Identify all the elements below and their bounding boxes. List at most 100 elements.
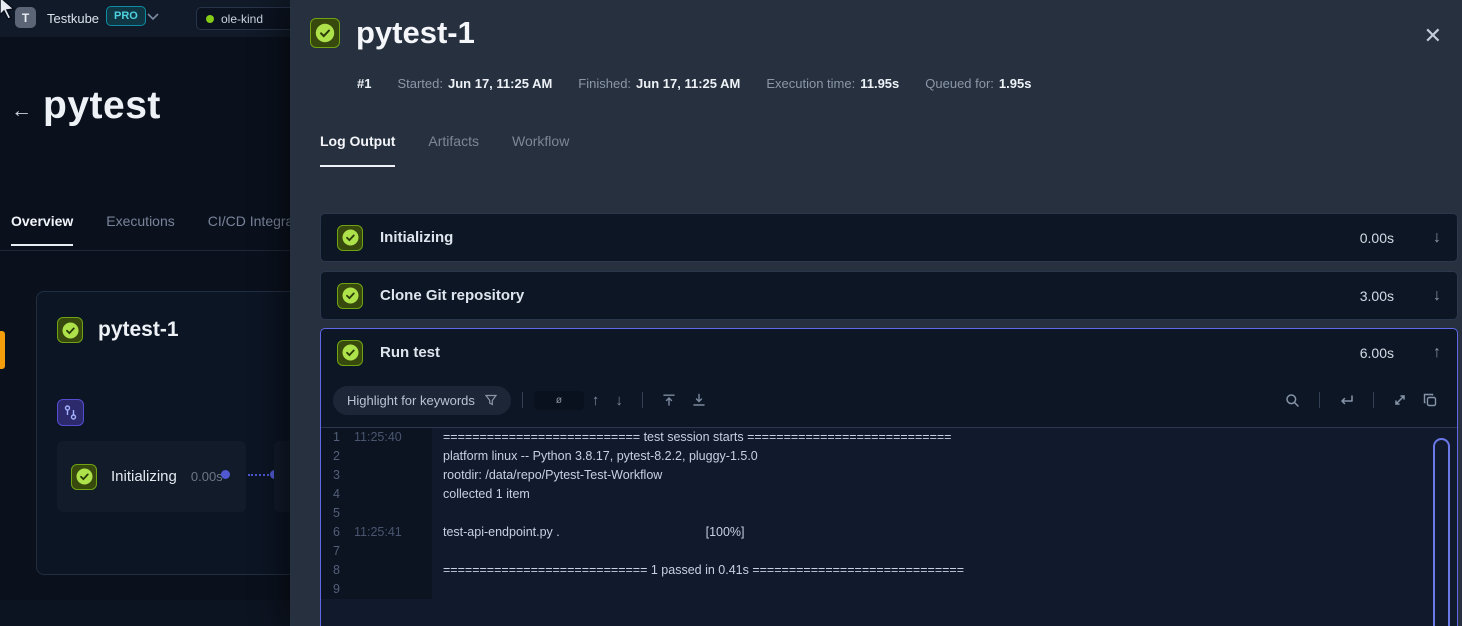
workflow-node-initializing[interactable]: Initializing 0.00s bbox=[57, 441, 246, 512]
step-duration: 3.00s bbox=[1360, 288, 1394, 304]
status-passed-icon bbox=[337, 340, 363, 366]
step-section-initializing[interactable]: Initializing 0.00s ↓ bbox=[320, 213, 1458, 262]
line-number: 4 bbox=[321, 485, 354, 504]
next-match-button[interactable]: ↓ bbox=[607, 392, 631, 409]
step-duration: 0.00s bbox=[1360, 230, 1394, 246]
line-text: platform linux -- Python 3.8.17, pytest-… bbox=[432, 447, 758, 466]
line-text: test-api-endpoint.py . [100%] bbox=[432, 523, 745, 542]
toolbar-divider bbox=[1373, 392, 1374, 408]
mouse-cursor-icon bbox=[0, 0, 18, 20]
log-output-viewer[interactable]: 111:25:40 =========================== tes… bbox=[321, 427, 1457, 626]
queued-value: 1.95s bbox=[999, 76, 1032, 91]
toolbar-divider bbox=[642, 392, 643, 408]
line-text: =========================== test session… bbox=[432, 428, 951, 447]
step-label: Run test bbox=[380, 344, 1343, 361]
line-text: ============================ 1 passed in… bbox=[432, 561, 964, 580]
log-line: 2 platform linux -- Python 3.8.17, pytest… bbox=[321, 447, 1457, 466]
selected-row-accent bbox=[0, 331, 5, 369]
log-line: 111:25:40 =========================== tes… bbox=[321, 428, 1457, 447]
line-timestamp: 11:25:40 bbox=[354, 428, 402, 447]
line-timestamp: 11:25:41 bbox=[354, 523, 402, 542]
line-number: 5 bbox=[321, 504, 354, 523]
status-passed-icon bbox=[337, 225, 363, 251]
back-button[interactable]: ← bbox=[11, 99, 32, 123]
line-number: 3 bbox=[321, 466, 354, 485]
line-number: 9 bbox=[321, 580, 354, 599]
toolbar-divider bbox=[1319, 392, 1320, 408]
execution-drawer: pytest-1 ✕ #1 Started: Jun 17, 11:25 AM F… bbox=[290, 0, 1462, 626]
copy-icon[interactable] bbox=[1415, 393, 1445, 407]
log-toolbar: Highlight for keywords ø ↑ ↓ bbox=[321, 381, 1457, 419]
log-line: 7 bbox=[321, 542, 1457, 561]
page-title: pytest bbox=[43, 84, 161, 128]
finished-label: Finished: bbox=[578, 76, 631, 91]
expand-arrow-icon[interactable]: ↓ bbox=[1433, 229, 1441, 247]
execution-name: pytest-1 bbox=[98, 318, 179, 342]
log-line: 611:25:41 test-api-endpoint.py . [100%] bbox=[321, 523, 1457, 542]
wrap-lines-icon[interactable] bbox=[1331, 394, 1362, 407]
line-text: rootdir: /data/repo/Pytest-Test-Workflow bbox=[432, 466, 662, 485]
line-number: 6 bbox=[321, 523, 354, 542]
line-number: 1 bbox=[321, 428, 354, 447]
tab-artifacts[interactable]: Artifacts bbox=[428, 133, 479, 167]
execution-time-value: 11.95s bbox=[860, 76, 899, 91]
status-passed-icon bbox=[310, 18, 340, 48]
line-text bbox=[432, 580, 443, 599]
page-tabs: Overview Executions CI/CD Integration bbox=[11, 213, 316, 246]
line-text bbox=[432, 542, 443, 561]
log-line: 3 rootdir: /data/repo/Pytest-Test-Workflo… bbox=[321, 466, 1457, 485]
download-log-button[interactable] bbox=[684, 393, 714, 407]
log-line: 8 ============================ 1 passed i… bbox=[321, 561, 1457, 580]
workflow-icon[interactable] bbox=[57, 399, 84, 426]
scroll-to-top-button[interactable] bbox=[654, 393, 684, 407]
line-number: 2 bbox=[321, 447, 354, 466]
line-number: 7 bbox=[321, 542, 354, 561]
connector-dot bbox=[221, 470, 230, 479]
execution-time-label: Execution time: bbox=[766, 76, 855, 91]
tab-executions[interactable]: Executions bbox=[106, 213, 174, 246]
tab-overview[interactable]: Overview bbox=[11, 213, 73, 246]
expand-arrow-icon[interactable]: ↓ bbox=[1433, 287, 1441, 305]
brand-name: Testkube bbox=[47, 11, 99, 26]
drawer-title: pytest-1 bbox=[356, 15, 475, 51]
expand-fullscreen-icon[interactable] bbox=[1385, 393, 1415, 407]
finished-value: Jun 17, 11:25 AM bbox=[636, 76, 740, 91]
step-label: Initializing bbox=[380, 229, 1343, 246]
chevron-down-icon[interactable] bbox=[147, 13, 159, 21]
started-value: Jun 17, 11:25 AM bbox=[448, 76, 552, 91]
log-line: 9 bbox=[321, 580, 1457, 599]
step-section-clone-git[interactable]: Clone Git repository 3.00s ↓ bbox=[320, 271, 1458, 320]
step-section-run-test[interactable]: Run test 6.00s ↑ Highlight for keywords … bbox=[320, 328, 1458, 626]
started-label: Started: bbox=[397, 76, 443, 91]
search-icon[interactable] bbox=[1277, 393, 1308, 408]
close-icon[interactable]: ✕ bbox=[1420, 21, 1446, 51]
step-duration: 6.00s bbox=[1360, 345, 1394, 361]
match-count-input[interactable]: ø bbox=[534, 391, 584, 410]
previous-match-button[interactable]: ↑ bbox=[584, 392, 608, 409]
execution-number: #1 bbox=[357, 76, 371, 91]
app-root: T Testkube PRO ole-kind ← pytest Overvie… bbox=[0, 0, 1462, 626]
tab-workflow[interactable]: Workflow bbox=[512, 133, 569, 167]
toolbar-divider bbox=[522, 392, 523, 408]
filter-funnel-icon bbox=[485, 394, 497, 406]
line-number: 8 bbox=[321, 561, 354, 580]
tab-log-output[interactable]: Log Output bbox=[320, 133, 395, 167]
line-text bbox=[432, 504, 443, 523]
bottom-section bbox=[0, 600, 290, 626]
log-line: 5 bbox=[321, 504, 1457, 523]
highlight-keywords-button[interactable]: Highlight for keywords bbox=[333, 386, 511, 415]
status-passed-icon bbox=[337, 283, 363, 309]
line-text: collected 1 item bbox=[432, 485, 530, 504]
log-scrollbar-thumb[interactable] bbox=[1433, 438, 1450, 626]
env-status-dot bbox=[206, 15, 214, 23]
highlight-keywords-label: Highlight for keywords bbox=[347, 393, 475, 408]
collapse-arrow-icon[interactable]: ↑ bbox=[1433, 344, 1441, 362]
execution-meta: #1 Started: Jun 17, 11:25 AM Finished: Jun… bbox=[357, 76, 1031, 91]
status-passed-icon bbox=[71, 464, 97, 490]
queued-label: Queued for: bbox=[925, 76, 994, 91]
pro-badge: PRO bbox=[106, 6, 146, 26]
testkube-logo[interactable]: T bbox=[15, 7, 36, 28]
env-name: ole-kind bbox=[221, 12, 263, 26]
log-line: 4 collected 1 item bbox=[321, 485, 1457, 504]
node-label: Initializing bbox=[111, 468, 177, 485]
